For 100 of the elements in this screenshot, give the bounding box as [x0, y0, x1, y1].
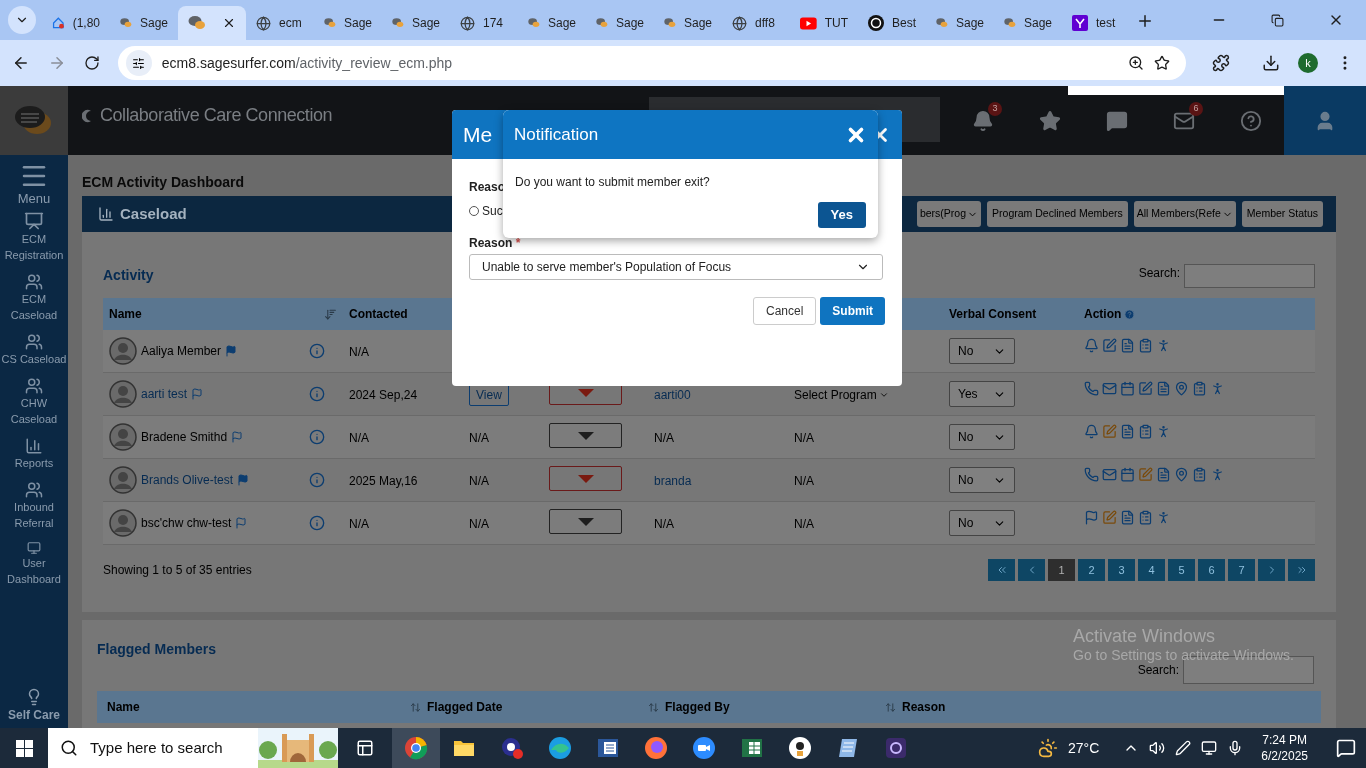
- page-nav-button[interactable]: [988, 559, 1015, 581]
- edit-icon[interactable]: [1102, 510, 1117, 525]
- browser-tab[interactable]: Best: [858, 6, 926, 40]
- site-info-button[interactable]: [125, 50, 152, 76]
- flag-icon[interactable]: [1084, 510, 1099, 525]
- sort-icon[interactable]: [885, 701, 896, 713]
- browser-tab[interactable]: (1,80: [42, 6, 110, 40]
- sidebar-item[interactable]: User Dashboard: [0, 541, 68, 587]
- page-nav-button[interactable]: [1288, 559, 1315, 581]
- bell-icon[interactable]: [1084, 338, 1099, 353]
- info-icon[interactable]: [309, 386, 325, 402]
- document-icon[interactable]: [1120, 424, 1135, 439]
- browser-tab[interactable]: Sage: [654, 6, 722, 40]
- clipboard-icon[interactable]: [1138, 338, 1153, 353]
- person-icon[interactable]: [1210, 467, 1225, 482]
- sidebar-item[interactable]: ECM Registration: [0, 211, 68, 263]
- yes-button[interactable]: Yes: [817, 202, 866, 228]
- member-link[interactable]: aarti test: [141, 385, 188, 403]
- sidebar-item[interactable]: CS Caseload: [0, 333, 68, 367]
- consent-select[interactable]: No: [949, 467, 1015, 493]
- help-icon[interactable]: [1239, 109, 1262, 132]
- browser-tab[interactable]: Sage: [110, 6, 178, 40]
- cancel-button[interactable]: Cancel: [752, 297, 817, 325]
- browser-tab[interactable]: TUT: [790, 6, 858, 40]
- zoom-icon[interactable]: [1128, 55, 1145, 71]
- page-button[interactable]: 7: [1228, 559, 1255, 581]
- user-menu-button[interactable]: [1284, 86, 1366, 155]
- browser-tab[interactable]: Sage: [586, 6, 654, 40]
- info-icon[interactable]: [309, 472, 325, 488]
- browser-tab[interactable]: dff8: [722, 6, 790, 40]
- flag-icon[interactable]: [237, 474, 250, 486]
- column-header[interactable]: Flagged By: [665, 698, 730, 716]
- page-button[interactable]: 4: [1138, 559, 1165, 581]
- mail-icon[interactable]: [1102, 381, 1117, 396]
- weather-temperature[interactable]: 27°C: [1068, 737, 1100, 759]
- consent-select[interactable]: No: [949, 510, 1015, 536]
- column-header[interactable]: Action: [1084, 305, 1122, 323]
- star-icon[interactable]: [1038, 109, 1061, 132]
- notification-icon[interactable]: [1336, 738, 1356, 758]
- info-icon[interactable]: [309, 343, 325, 359]
- browser-tab[interactable]: Sage: [994, 6, 1062, 40]
- new-tab-icon[interactable]: [1136, 12, 1154, 30]
- page-button[interactable]: 3: [1108, 559, 1135, 581]
- sidebar-item[interactable]: Inbound Referral: [0, 481, 68, 531]
- help-icon[interactable]: [1124, 308, 1136, 320]
- info-icon[interactable]: [309, 515, 325, 531]
- consent-select[interactable]: No: [949, 424, 1015, 450]
- member-link[interactable]: Brands Olive-test: [141, 471, 234, 489]
- column-header[interactable]: Reason: [902, 698, 946, 716]
- document-icon[interactable]: [1120, 510, 1135, 525]
- page-button[interactable]: 1: [1048, 559, 1075, 581]
- browser-tab[interactable]: ecm: [246, 6, 314, 40]
- network-icon[interactable]: [1201, 740, 1218, 756]
- edit-icon[interactable]: [1138, 467, 1153, 482]
- extensions-icon[interactable]: [1212, 54, 1231, 72]
- username-link[interactable]: aarti00: [654, 388, 691, 402]
- calendar-icon[interactable]: [1120, 381, 1135, 396]
- document-icon[interactable]: [1156, 381, 1171, 396]
- task-view-icon[interactable]: [356, 739, 374, 757]
- username-link[interactable]: branda: [654, 474, 692, 488]
- chat-icon[interactable]: [1105, 109, 1128, 132]
- flag-icon[interactable]: [231, 431, 244, 443]
- page-nav-button[interactable]: [1258, 559, 1285, 581]
- map-pin-icon[interactable]: [1174, 381, 1189, 396]
- radio-option[interactable]: Suc: [469, 202, 503, 220]
- browser-tab[interactable]: [178, 6, 246, 40]
- reason-select[interactable]: Unable to serve member's Population of Focus: [469, 254, 883, 280]
- search-field[interactable]: [1184, 264, 1315, 288]
- back-icon[interactable]: [12, 54, 30, 72]
- column-header[interactable]: Name: [109, 305, 142, 323]
- document-icon[interactable]: [1120, 338, 1135, 353]
- program-menu[interactable]: Select Program: [794, 386, 877, 404]
- column-header[interactable]: Name: [107, 698, 140, 716]
- clipboard-icon[interactable]: [1138, 424, 1153, 439]
- browser-tab[interactable]: Sage: [518, 6, 586, 40]
- filter-select[interactable]: bers(Prog: [916, 201, 982, 227]
- info-icon[interactable]: [309, 429, 325, 445]
- flag-icon[interactable]: [235, 517, 248, 529]
- bell-icon[interactable]: [1084, 424, 1099, 439]
- speaker-icon[interactable]: [1149, 740, 1166, 756]
- document-icon[interactable]: [1156, 467, 1171, 482]
- sidebar-item[interactable]: CHW Caseload: [0, 377, 68, 427]
- browser-tab[interactable]: test: [1062, 6, 1130, 40]
- page-button[interactable]: 2: [1078, 559, 1105, 581]
- sidebar-item[interactable]: Menu: [0, 161, 68, 207]
- mail-icon[interactable]: [1102, 467, 1117, 482]
- sidebar-item[interactable]: ECM Caseload: [0, 273, 68, 323]
- browser-tab[interactable]: Sage: [314, 6, 382, 40]
- restore-icon[interactable]: [1271, 13, 1284, 27]
- profile-avatar[interactable]: k: [1298, 53, 1319, 73]
- address-bar[interactable]: ecm8.sagesurfer.com/activity_review_ecm.php: [117, 46, 1187, 80]
- clipboard-icon[interactable]: [1138, 510, 1153, 525]
- person-icon[interactable]: [1156, 338, 1171, 353]
- filter-button[interactable]: Program Declined Members: [987, 201, 1128, 227]
- reload-icon[interactable]: [83, 55, 100, 71]
- submit-button[interactable]: Submit: [820, 297, 885, 325]
- clipboard-icon[interactable]: [1192, 467, 1207, 482]
- filter-button[interactable]: Member Status: [1241, 201, 1323, 227]
- person-icon[interactable]: [1210, 381, 1225, 396]
- person-icon[interactable]: [1156, 510, 1171, 525]
